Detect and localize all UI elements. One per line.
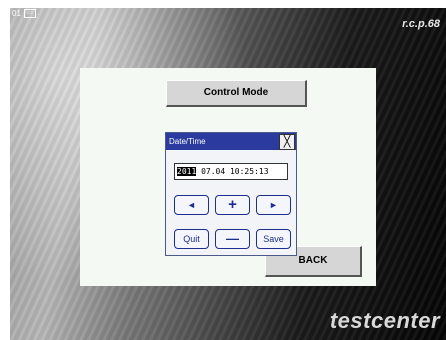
control-mode-button[interactable]: Control Mode [166,80,307,107]
brand-logo-text: testcenter [329,308,440,333]
screen-number: 01 [12,9,21,18]
datetime-field[interactable]: 2011 07.04 10:25:13 [174,163,288,180]
dialog-title-bar: Date/Time ╳ [166,133,296,150]
increment-button[interactable]: + [215,195,250,215]
screen-icon: ▭ [23,9,36,18]
status-indicator: 01 ▭ [12,9,36,18]
plus-icon: + [228,196,237,213]
minus-icon: — [226,231,239,246]
date-time-rest: 07.04 10:25:13 [196,167,269,176]
dialog-title: Date/Time [169,137,206,146]
close-icon[interactable]: ╳ [279,134,295,150]
date-time-dialog: Date/Time ╳ 2011 07.04 10:25:13 ◄ + ► Qu… [165,132,297,256]
year-segment[interactable]: 2011 [177,167,197,176]
save-button[interactable]: Save [256,229,291,249]
move-right-button[interactable]: ► [256,195,291,215]
move-left-button[interactable]: ◄ [174,195,209,215]
decrement-button[interactable]: — [215,229,250,249]
arrow-right-icon: ► [269,200,278,210]
quit-button[interactable]: Quit [174,229,209,249]
hmi-screen: 01 ▭ r.c.p.68 testcenter Control Mode BA… [10,8,446,340]
arrow-left-icon: ◄ [187,200,196,210]
brand-top-label: r.c.p.68 [402,18,440,30]
